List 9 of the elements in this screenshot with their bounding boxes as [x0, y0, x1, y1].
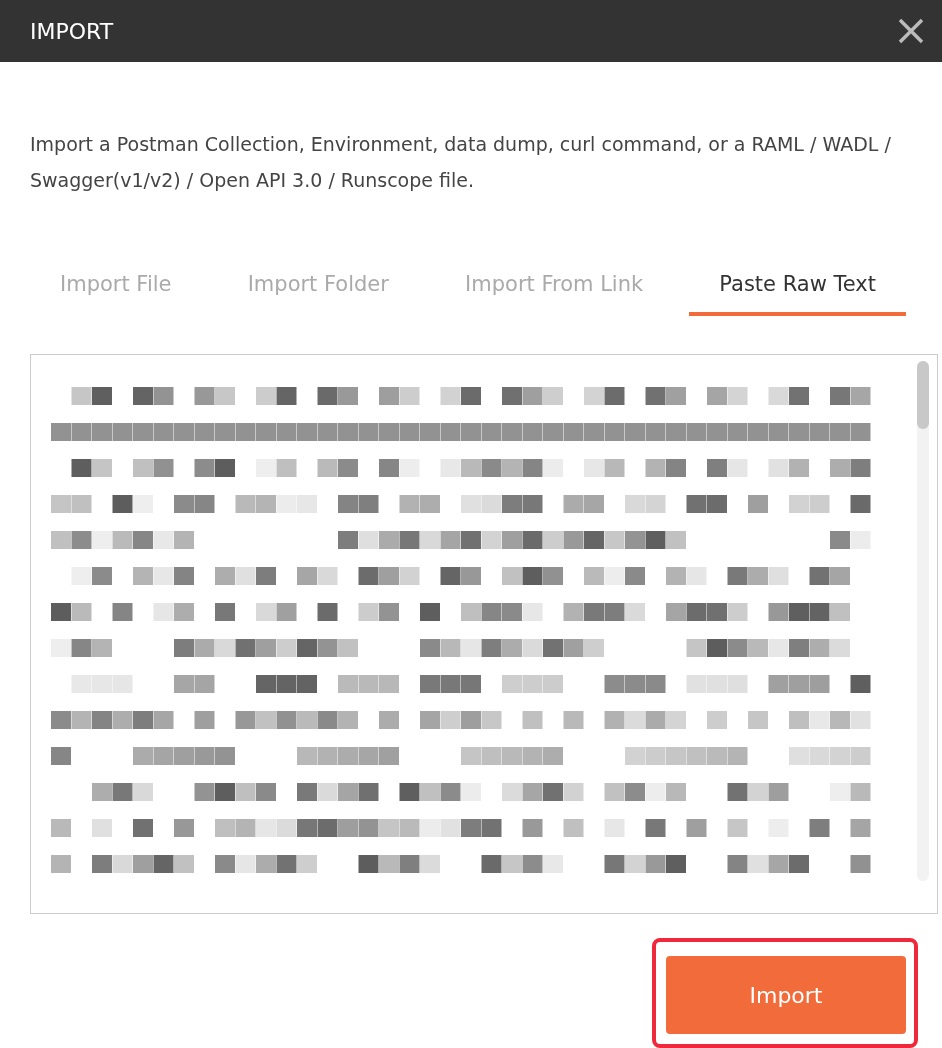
close-icon[interactable] — [898, 18, 924, 44]
tab[interactable]: Import File — [30, 258, 202, 316]
description-text: Import a Postman Collection, Environment, data dump, curl command, or a RAML / WADL / Swagger(v1/v2) / Open API 3.0 / Runscope file. — [30, 132, 892, 193]
scrollbar[interactable] — [917, 361, 929, 881]
import-button[interactable]: Import — [666, 956, 906, 1034]
dialog-title: IMPORT — [30, 18, 114, 44]
tab[interactable]: Paste Raw Text — [689, 258, 906, 316]
tab[interactable]: Import From Link — [435, 258, 674, 316]
tab[interactable]: Import Folder — [217, 258, 419, 316]
